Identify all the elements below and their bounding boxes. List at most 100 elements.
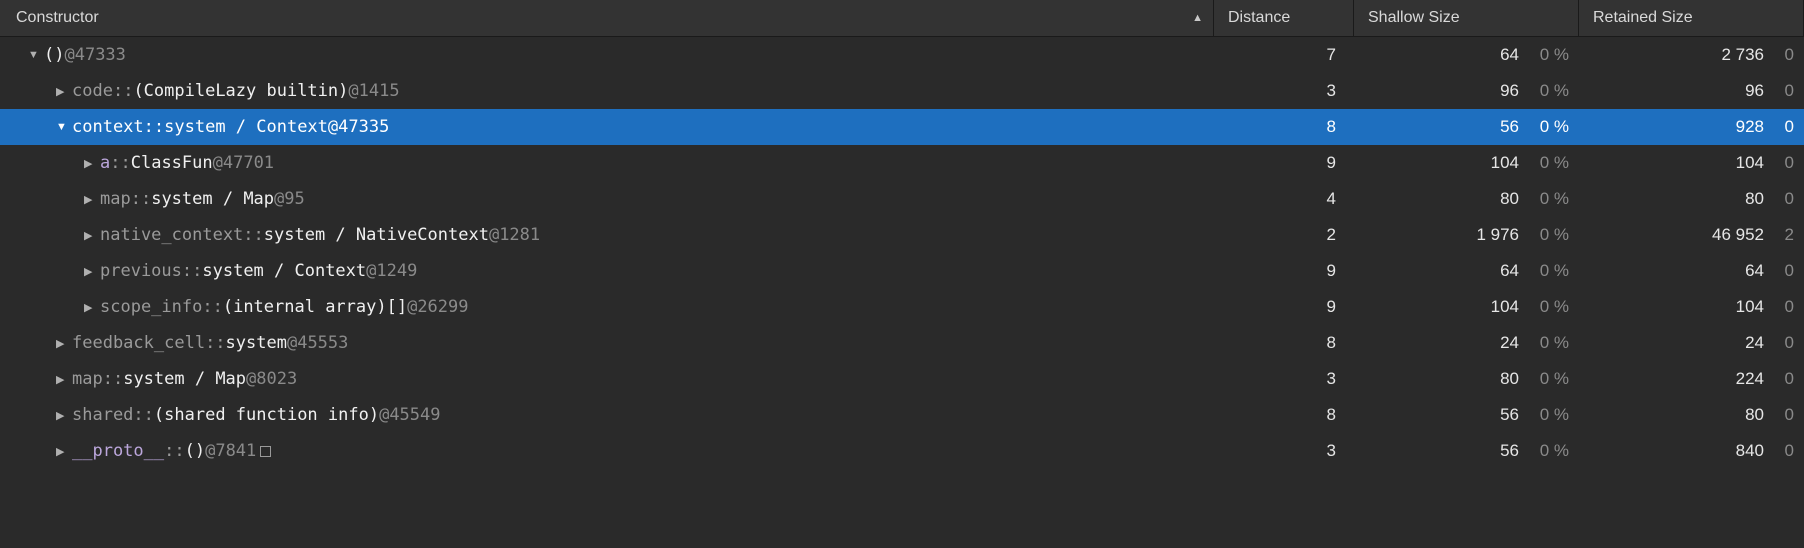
shallow-size-value: 1 976 [1476, 225, 1519, 244]
disclosure-closed-icon[interactable]: ▶ [56, 85, 68, 98]
shallow-size-value: 80 [1500, 369, 1519, 388]
shallow-size-percent: 0 % [1525, 405, 1569, 425]
shallow-size-percent: 0 % [1525, 81, 1569, 101]
table-row[interactable]: ▼context :: system / Context @473358560 … [0, 109, 1804, 145]
retained-size-cell: 1040 [1579, 145, 1804, 181]
object-label-part: map [72, 369, 103, 389]
table-row[interactable]: ▶map :: system / Map @954800 %800 [0, 181, 1804, 217]
shallow-size-value: 56 [1500, 117, 1519, 136]
disclosure-closed-icon[interactable]: ▶ [84, 193, 96, 206]
column-header-constructor[interactable]: Constructor ▲ [0, 0, 1214, 37]
column-header-retained-size[interactable]: Retained Size [1579, 0, 1804, 37]
object-label-part: :: [144, 117, 164, 137]
retained-size-percent: 0 [1770, 117, 1794, 137]
retained-size-cell: 8400 [1579, 433, 1804, 469]
distance-value: 2 [1327, 225, 1336, 244]
constructor-cell: ▶code :: (CompileLazy builtin) @1415 [0, 73, 1214, 109]
shallow-size-cell: 560 % [1354, 433, 1579, 469]
disclosure-closed-icon[interactable]: ▶ [84, 301, 96, 314]
retained-size-cell: 960 [1579, 73, 1804, 109]
retained-size-percent: 0 [1770, 189, 1794, 209]
disclosure-closed-icon[interactable]: ▶ [56, 445, 68, 458]
table-row[interactable]: ▶previous :: system / Context @12499640 … [0, 253, 1804, 289]
object-label-part: @47335 [328, 117, 389, 137]
disclosure-open-icon[interactable]: ▼ [56, 121, 68, 133]
constructor-cell: ▶shared :: (shared function info) @45549 [0, 397, 1214, 433]
disclosure-closed-icon[interactable]: ▶ [84, 157, 96, 170]
distance-cell: 3 [1214, 433, 1354, 469]
table-row[interactable]: ▶__proto__ :: () @78413560 %8400 [0, 433, 1804, 469]
object-label-part: :: [113, 81, 133, 101]
distance-value: 3 [1327, 369, 1336, 388]
shallow-size-value: 64 [1500, 261, 1519, 280]
object-label-part: system / Map [123, 369, 246, 389]
table-row[interactable]: ▶map :: system / Map @80233800 %2240 [0, 361, 1804, 397]
disclosure-closed-icon[interactable]: ▶ [56, 373, 68, 386]
shallow-size-percent: 0 % [1525, 261, 1569, 281]
shallow-size-value: 56 [1500, 441, 1519, 460]
shallow-size-value: 24 [1500, 333, 1519, 352]
column-header-distance[interactable]: Distance [1214, 0, 1354, 37]
column-header-shallow-size[interactable]: Shallow Size [1354, 0, 1579, 37]
retained-size-cell: 240 [1579, 325, 1804, 361]
shallow-size-cell: 1 976 0 % [1354, 217, 1579, 253]
object-label-part: system / NativeContext [264, 225, 489, 245]
distance-value: 8 [1327, 333, 1336, 352]
object-label-part: @47701 [213, 153, 274, 173]
shallow-size-percent: 0 % [1525, 153, 1569, 173]
object-label-part: previous [100, 261, 182, 281]
disclosure-closed-icon[interactable]: ▶ [84, 265, 96, 278]
table-row[interactable]: ▶feedback_cell :: system @455538240 %240 [0, 325, 1804, 361]
retained-size-cell: 2 7360 [1579, 37, 1804, 73]
constructor-cell: ▶__proto__ :: () @7841 [0, 433, 1214, 469]
disclosure-open-icon[interactable]: ▼ [28, 49, 40, 61]
column-label: Constructor [16, 9, 99, 27]
table-row[interactable]: ▶code :: (CompileLazy builtin) @14153960… [0, 73, 1804, 109]
retained-size-value: 24 [1745, 333, 1764, 352]
object-label-part: :: [202, 297, 222, 317]
disclosure-closed-icon[interactable]: ▶ [56, 337, 68, 350]
column-label: Distance [1228, 9, 1290, 27]
shallow-size-value: 80 [1500, 189, 1519, 208]
shallow-size-cell: 960 % [1354, 73, 1579, 109]
object-label-part: __proto__ [72, 441, 164, 461]
shallow-size-value: 56 [1500, 405, 1519, 424]
shallow-size-value: 64 [1500, 45, 1519, 64]
table-row[interactable]: ▼() @473337640 %2 7360 [0, 37, 1804, 73]
distance-value: 8 [1327, 405, 1336, 424]
object-label-part: :: [243, 225, 263, 245]
retained-size-cell: 928 0 [1579, 109, 1804, 145]
distance-cell: 4 [1214, 181, 1354, 217]
table-row[interactable]: ▶shared :: (shared function info) @45549… [0, 397, 1804, 433]
table-row[interactable]: ▶ native_context :: system / NativeContex… [0, 217, 1804, 253]
retained-size-value: 104 [1736, 153, 1764, 172]
table-row[interactable]: ▶a :: ClassFun @4770191040 %1040 [0, 145, 1804, 181]
distance-cell: 2 [1214, 217, 1354, 253]
object-label-part: system [226, 333, 287, 353]
object-label-part: :: [110, 153, 130, 173]
table-row[interactable]: ▶scope_info :: (internal array)[] @26299… [0, 289, 1804, 325]
object-link-icon[interactable] [260, 446, 271, 457]
shallow-size-value: 104 [1491, 297, 1519, 316]
distance-cell: 7 [1214, 37, 1354, 73]
object-label-part: @8023 [246, 369, 297, 389]
shallow-size-percent: 0 % [1525, 45, 1569, 65]
object-label-part: :: [131, 189, 151, 209]
object-label-part: @45549 [379, 405, 440, 425]
shallow-size-percent: 0 % [1525, 225, 1569, 245]
retained-size-value: 224 [1736, 369, 1764, 388]
column-label: Shallow Size [1368, 9, 1460, 27]
shallow-size-percent: 0 % [1525, 117, 1569, 137]
object-label-part: (shared function info) [154, 405, 379, 425]
disclosure-closed-icon[interactable]: ▶ [56, 409, 68, 422]
shallow-size-cell: 800 % [1354, 181, 1579, 217]
distance-cell: 9 [1214, 253, 1354, 289]
object-label-part: native_context [100, 225, 243, 245]
object-label-part: @1281 [489, 225, 540, 245]
retained-size-value: 840 [1736, 441, 1764, 460]
distance-value: 9 [1327, 261, 1336, 280]
object-label-part: system / Map [151, 189, 274, 209]
retained-size-value: 928 [1736, 117, 1764, 136]
disclosure-closed-icon[interactable]: ▶ [84, 229, 96, 242]
shallow-size-cell: 64 0 % [1354, 253, 1579, 289]
